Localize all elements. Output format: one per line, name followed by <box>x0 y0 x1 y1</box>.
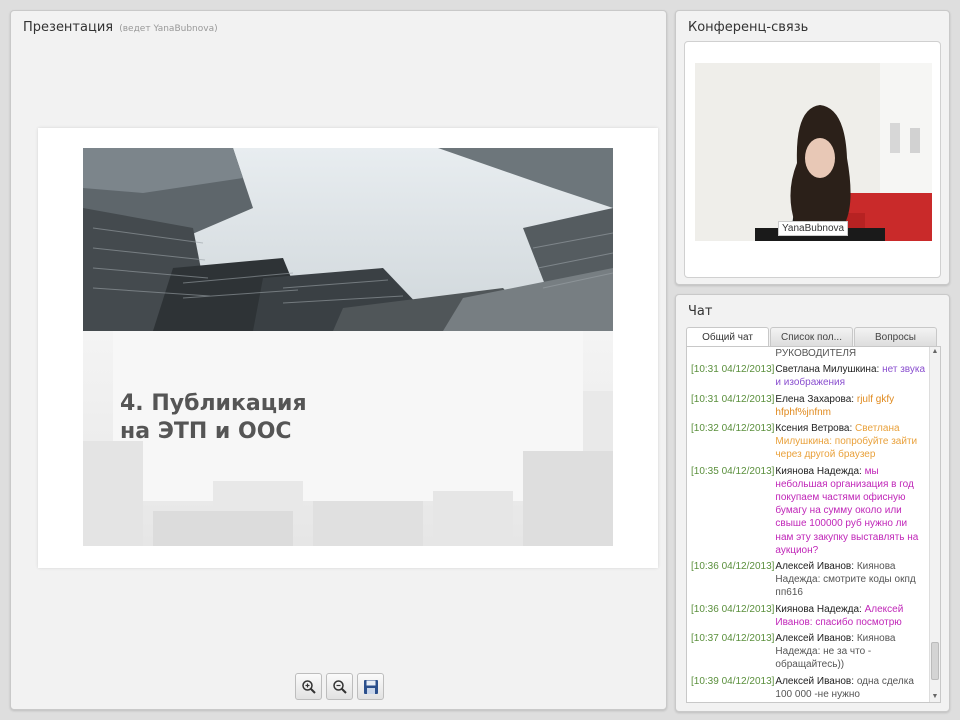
scroll-up-icon[interactable]: ▲ <box>930 347 940 357</box>
zoom-out-icon <box>332 679 347 694</box>
message-author: Алексей Иванов: <box>775 675 855 687</box>
zoom-out-button[interactable] <box>326 673 353 700</box>
message-text-fragment: РУКОВОДИТЕЛЯ <box>775 348 857 359</box>
conference-panel: Конференц-связь YanaBubnova <box>675 10 950 285</box>
message-author: Киянова Надежда: <box>775 465 862 477</box>
chat-message: [10:32 04/12/2013] Ксения Ветрова: Светла… <box>691 422 927 462</box>
video-frame: YanaBubnova <box>684 41 941 278</box>
conference-title: Конференц-связь <box>688 20 809 35</box>
message-timestamp: [10:31 04/12/2013] <box>691 364 775 376</box>
scroll-down-icon[interactable]: ▼ <box>930 692 940 702</box>
tab-questions[interactable]: Вопросы <box>854 327 937 347</box>
save-button[interactable] <box>357 673 384 700</box>
message-body: Алексей Иванов: Киянова Надежда: смотрит… <box>774 560 927 600</box>
chat-message: [10:36 04/12/2013] Киянова Надежда: Алекс… <box>691 603 927 629</box>
participant-video[interactable]: YanaBubnova <box>695 63 932 241</box>
zoom-in-button[interactable] <box>295 673 322 700</box>
message-body: Киянова Надежда: Алексей Иванов: спасибо… <box>774 603 927 629</box>
chat-tabs: Общий чат Список пол... Вопросы <box>686 327 940 348</box>
chat-message: [10:36 04/12/2013] Алексей Иванов: Киянов… <box>691 560 927 600</box>
message-author: Киянова Надежда: <box>775 603 862 615</box>
message-timestamp: [10:31 04/12/2013] <box>691 393 775 405</box>
slide: 4. Публикация на ЭТП и ООС <box>38 128 658 568</box>
message-author: Светлана Милушкина: <box>775 364 880 376</box>
chat-panel: Чат Общий чат Список пол... Вопросы [10:… <box>675 294 950 712</box>
message-timestamp: [10:36 04/12/2013] <box>691 561 775 573</box>
participant-name-tag: YanaBubnova <box>778 221 849 236</box>
message-timestamp: [10:32 04/12/2013] <box>691 423 775 435</box>
chat-message: [10:31 04/12/2013] Светлана Милушкина: не… <box>691 363 927 389</box>
message-author: Алексей Иванов: <box>775 633 855 645</box>
slide-title: 4. Публикация на ЭТП и ООС <box>120 391 307 444</box>
message-timestamp: [10:35 04/12/2013] <box>691 465 775 477</box>
message-body: Киянова Надежда: мы небольшая организаци… <box>774 465 927 557</box>
message-timestamp: [10:39 04/12/2013] <box>691 675 775 687</box>
presenter-label: (ведет YanaBubnova) <box>119 24 218 34</box>
chat-message: [10:31 04/12/2013] Елена Захарова: rjulf … <box>691 393 927 419</box>
message-body: Алексей Иванов: одна сделка 100 000 -не … <box>774 675 927 701</box>
chat-message-list[interactable]: [10:31 04/12/2013] РУКОВОДИТЕЛЯ [10:31 0… <box>686 346 941 703</box>
message-body: Алексей Иванов: Киянова Надежда: не за ч… <box>774 632 927 672</box>
message-author: Ксения Ветрова: <box>775 423 853 435</box>
chat-header-fragment: [10:31 04/12/2013] РУКОВОДИТЕЛЯ <box>691 347 927 360</box>
chat-message: [10:39 04/12/2013] Алексей Иванов: одна с… <box>691 675 927 701</box>
message-text: мы небольшая организация в год покупаем … <box>775 465 919 556</box>
zoom-in-icon <box>301 679 316 694</box>
tab-participants-list[interactable]: Список пол... <box>770 327 853 347</box>
scroll-thumb[interactable] <box>931 642 939 680</box>
chat-message: [10:37 04/12/2013] Алексей Иванов: Киянов… <box>691 632 927 672</box>
presentation-title-text: Презентация <box>23 20 114 35</box>
message-timestamp: [10:36 04/12/2013] <box>691 603 775 615</box>
message-author: Елена Захарова: <box>775 393 855 405</box>
chat-message: [10:35 04/12/2013] Киянова Надежда: мы не… <box>691 465 927 557</box>
presentation-title: Презентация (ведет YanaBubnova) <box>23 20 218 35</box>
floppy-disk-icon <box>363 679 378 694</box>
chat-messages: [10:31 04/12/2013] РУКОВОДИТЕЛЯ [10:31 0… <box>691 347 927 702</box>
chat-title: Чат <box>688 304 713 319</box>
message-timestamp: [10:37 04/12/2013] <box>691 633 775 645</box>
tab-general-chat[interactable]: Общий чат <box>686 327 769 348</box>
message-author: Алексей Иванов: <box>775 561 855 573</box>
message-body: Ксения Ветрова: Светлана Милушкина: попр… <box>774 422 927 462</box>
message-body: Светлана Милушкина: нет звука и изображе… <box>774 363 927 389</box>
slide-photo <box>83 148 613 331</box>
presentation-panel: Презентация (ведет YanaBubnova) 4. Публи… <box>10 10 667 710</box>
chat-scrollbar[interactable]: ▲ ▼ <box>929 347 940 702</box>
message-body: Елена Захарова: rjulf gkfy hfphf%jnfnm <box>774 393 927 419</box>
